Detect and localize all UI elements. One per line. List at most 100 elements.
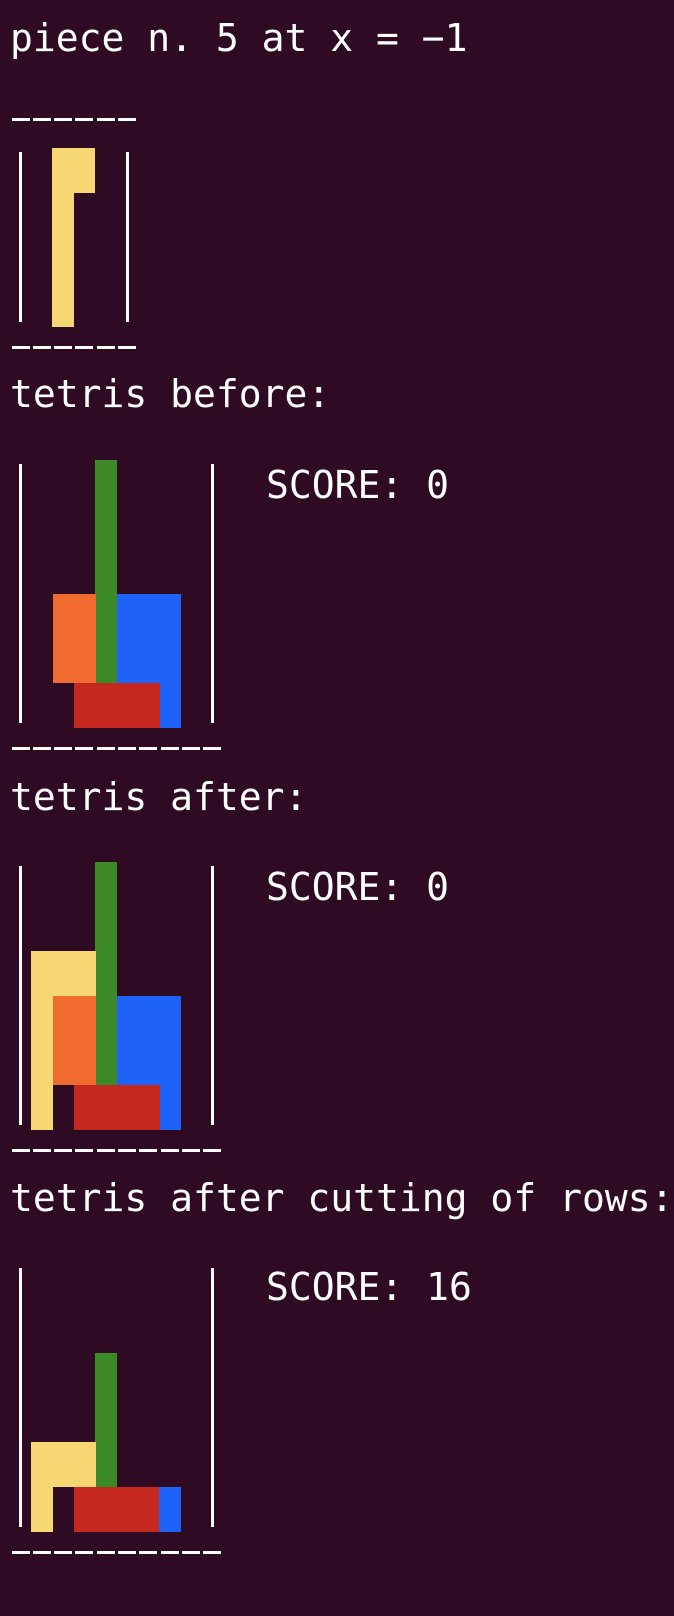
- board-1-block: [159, 995, 181, 1041]
- board-2-block: [95, 1397, 118, 1443]
- dash: [32, 118, 51, 121]
- board-1-block: [137, 1040, 160, 1086]
- piece-block: [52, 237, 75, 283]
- dash: [11, 1149, 30, 1152]
- dash: [54, 346, 73, 349]
- piece-right-wall: [126, 152, 129, 322]
- dash: [160, 747, 179, 750]
- section-title-after: tetris after:: [10, 775, 308, 819]
- board-1-block: [73, 951, 96, 997]
- board-2-right-wall: [211, 1268, 214, 1527]
- dash: [75, 346, 94, 349]
- board-0-block: [137, 682, 160, 728]
- board-2-block: [31, 1486, 54, 1532]
- board-1-bottom-border: [10, 1149, 223, 1152]
- board-2-block: [31, 1442, 54, 1488]
- board-2-block: [95, 1486, 118, 1532]
- board-1-block: [116, 1040, 139, 1086]
- board-1-block: [52, 1040, 75, 1086]
- dash: [203, 1551, 222, 1554]
- piece-left-wall: [19, 152, 22, 322]
- board-1-block: [52, 951, 75, 997]
- dash: [181, 1551, 200, 1554]
- board-1-block: [73, 1040, 96, 1086]
- board-0-block: [159, 593, 181, 639]
- board-1-block: [31, 951, 54, 997]
- board-0-block: [159, 638, 181, 684]
- dash: [96, 1149, 115, 1152]
- board-1-right-wall: [211, 866, 214, 1125]
- dash: [160, 1149, 179, 1152]
- board-1-block: [95, 862, 118, 908]
- board-2-block: [116, 1486, 139, 1532]
- dash: [118, 1149, 136, 1152]
- board-2-left-wall: [19, 1268, 22, 1527]
- dash: [54, 118, 73, 121]
- dash: [32, 1551, 51, 1554]
- board-2-block: [52, 1442, 75, 1488]
- dash: [139, 747, 158, 750]
- dash: [54, 1551, 73, 1554]
- board-0-block: [116, 682, 139, 728]
- board-0-block: [116, 593, 139, 639]
- board-1-block: [137, 995, 160, 1041]
- board-1-block: [73, 1084, 96, 1130]
- dash: [203, 747, 222, 750]
- board-0-block: [73, 682, 96, 728]
- dash: [75, 1551, 94, 1554]
- board-0-left-wall: [19, 464, 22, 723]
- board-0-block: [137, 593, 160, 639]
- board-1-block: [52, 995, 75, 1041]
- board-0-block: [52, 593, 75, 639]
- dash: [54, 1149, 73, 1152]
- dash: [181, 1149, 200, 1152]
- score-label-before: SCORE: 0: [266, 463, 450, 507]
- board-1-block: [95, 1040, 118, 1086]
- section-title-after-cut: tetris after cutting of rows:: [10, 1176, 674, 1220]
- dash: [139, 1149, 158, 1152]
- board-1-block: [95, 1084, 118, 1130]
- board-0-block: [52, 638, 75, 684]
- piece-block: [52, 192, 75, 238]
- dash: [32, 346, 51, 349]
- board-0-block: [95, 593, 118, 639]
- board-1-block: [116, 995, 139, 1041]
- board-2-block: [95, 1442, 118, 1488]
- dash: [96, 1551, 115, 1554]
- dash: [118, 118, 136, 121]
- piece-header: piece n. 5 at x = −1: [10, 16, 468, 60]
- dash: [96, 346, 115, 349]
- board-2-bottom-border: [10, 1551, 223, 1554]
- board-1-block: [95, 951, 118, 997]
- board-2-block: [159, 1486, 181, 1532]
- dash: [32, 1149, 51, 1152]
- dash: [118, 1551, 136, 1554]
- dash: [96, 747, 115, 750]
- dash: [118, 747, 136, 750]
- score-label-after: SCORE: 0: [266, 865, 450, 909]
- piece-block: [52, 148, 75, 194]
- dash: [75, 747, 94, 750]
- score-label-after-cut: SCORE: 16: [266, 1265, 472, 1309]
- board-0-block: [137, 638, 160, 684]
- board-1-block: [159, 1040, 181, 1086]
- dash: [54, 747, 73, 750]
- board-1-block: [73, 995, 96, 1041]
- board-1-block: [31, 1084, 54, 1130]
- dash: [32, 747, 51, 750]
- board-1-block: [137, 1084, 160, 1130]
- piece-block: [52, 281, 75, 327]
- dash: [160, 1551, 179, 1554]
- section-title-before: tetris before:: [10, 372, 331, 416]
- board-1-block: [95, 906, 118, 952]
- board-1-left-wall: [19, 866, 22, 1125]
- piece-top-border: [10, 118, 138, 121]
- dash: [203, 1149, 222, 1152]
- board-0-block: [95, 504, 118, 550]
- board-0-block: [73, 638, 96, 684]
- dash: [96, 118, 115, 121]
- dash: [118, 346, 136, 349]
- board-1-block: [31, 995, 54, 1041]
- dash: [75, 118, 94, 121]
- board-2-block: [95, 1353, 118, 1399]
